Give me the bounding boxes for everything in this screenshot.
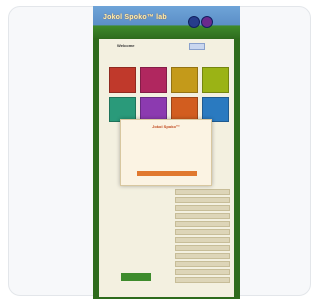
page-title: Welcome [117,43,135,48]
play-button[interactable] [121,273,151,281]
dialog-title: Jokol Spoko™ [152,124,180,129]
list-item[interactable] [175,213,230,219]
list-item[interactable] [175,269,230,275]
dialog: Jokol Spoko™ [120,119,212,186]
list-item[interactable] [175,261,230,267]
list-item[interactable] [175,253,230,259]
list-item[interactable] [175,189,230,195]
site-banner: Jokol Spoko™ lab [93,6,240,38]
side-list [175,189,230,285]
list-item[interactable] [175,205,230,211]
list-item[interactable] [175,221,230,227]
game-tile[interactable] [140,67,167,93]
game-tile[interactable] [109,67,136,93]
dialog-accept-button[interactable] [137,171,197,176]
game-grid [109,67,229,122]
list-item[interactable] [175,197,230,203]
list-item[interactable] [175,229,230,235]
ball-icon [188,16,200,28]
game-tile[interactable] [202,67,229,93]
page-header: Welcome [103,42,230,60]
site-title: Jokol Spoko™ lab [103,14,167,21]
game-tile[interactable] [171,67,198,93]
list-item[interactable] [175,245,230,251]
list-item[interactable] [175,277,230,283]
login-button[interactable] [189,43,205,50]
ball-icon [201,16,213,28]
list-item[interactable] [175,237,230,243]
